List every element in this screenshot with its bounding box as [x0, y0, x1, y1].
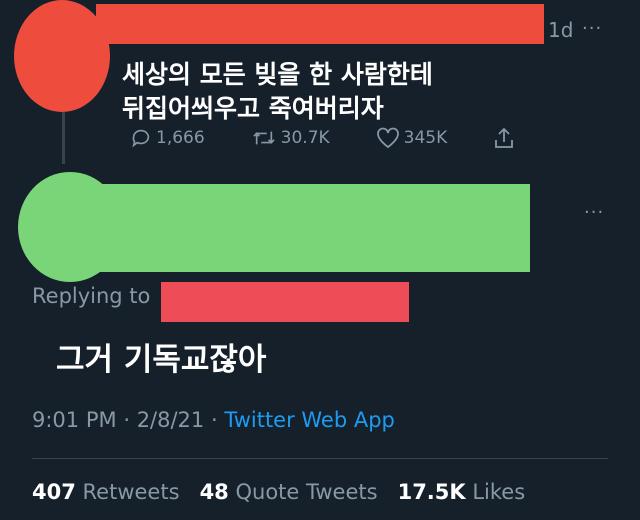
like-icon [376, 127, 399, 149]
tweet-text: 세상의 모든 빚을 한 사람한테 뒤집어씌우고 죽여버리자 [122, 58, 542, 126]
redacted-reply-author-name[interactable] [96, 184, 530, 272]
quote-tweets-stat[interactable]: 48 Quote Tweets [200, 480, 378, 504]
reply-icon [132, 129, 150, 148]
tweet-date[interactable]: 2/8/21 [137, 408, 205, 432]
reply-count: 1,666 [156, 128, 205, 148]
retweet-icon [253, 131, 275, 145]
tweet-stats: 407 Retweets 48 Quote Tweets 17.5K Likes [32, 480, 525, 504]
more-options-icon[interactable]: ··· [582, 18, 602, 39]
retweets-stat[interactable]: 407 Retweets [32, 480, 180, 504]
tweet-actions: 1,666 30.7K 345K [130, 124, 519, 152]
redacted-mention-link[interactable] [161, 282, 409, 322]
share-icon [495, 127, 514, 148]
share-button[interactable] [493, 126, 519, 150]
tweet-timestamp[interactable]: 1d [548, 18, 573, 42]
retweet-count: 30.7K [280, 128, 330, 148]
tweet-text-line-2: 뒤집어씌우고 죽여버리자 [122, 94, 384, 123]
divider [32, 458, 608, 459]
meta-separator: · [123, 408, 130, 432]
like-count: 345K [403, 128, 448, 148]
reply-button[interactable]: 1,666 [130, 127, 205, 149]
tweet-meta: 9:01 PM · 2/8/21 · Twitter Web App [32, 408, 395, 432]
retweet-button[interactable]: 30.7K [251, 127, 330, 149]
redacted-author-name[interactable] [96, 4, 544, 44]
tweet-text-line-1: 세상의 모든 빚을 한 사람한테 [122, 60, 433, 89]
meta-separator: · [210, 408, 218, 432]
like-button[interactable]: 345K [376, 127, 448, 149]
reply-tweet-text: 그거 기독교잖아 [56, 342, 267, 378]
tweet-time[interactable]: 9:01 PM [32, 408, 117, 432]
likes-stat[interactable]: 17.5K Likes [398, 480, 526, 504]
replying-to-label: Replying to [32, 284, 151, 308]
thread-line [62, 112, 65, 164]
more-options-icon[interactable]: ··· [584, 202, 604, 223]
source-app-link[interactable]: Twitter Web App [224, 408, 395, 432]
